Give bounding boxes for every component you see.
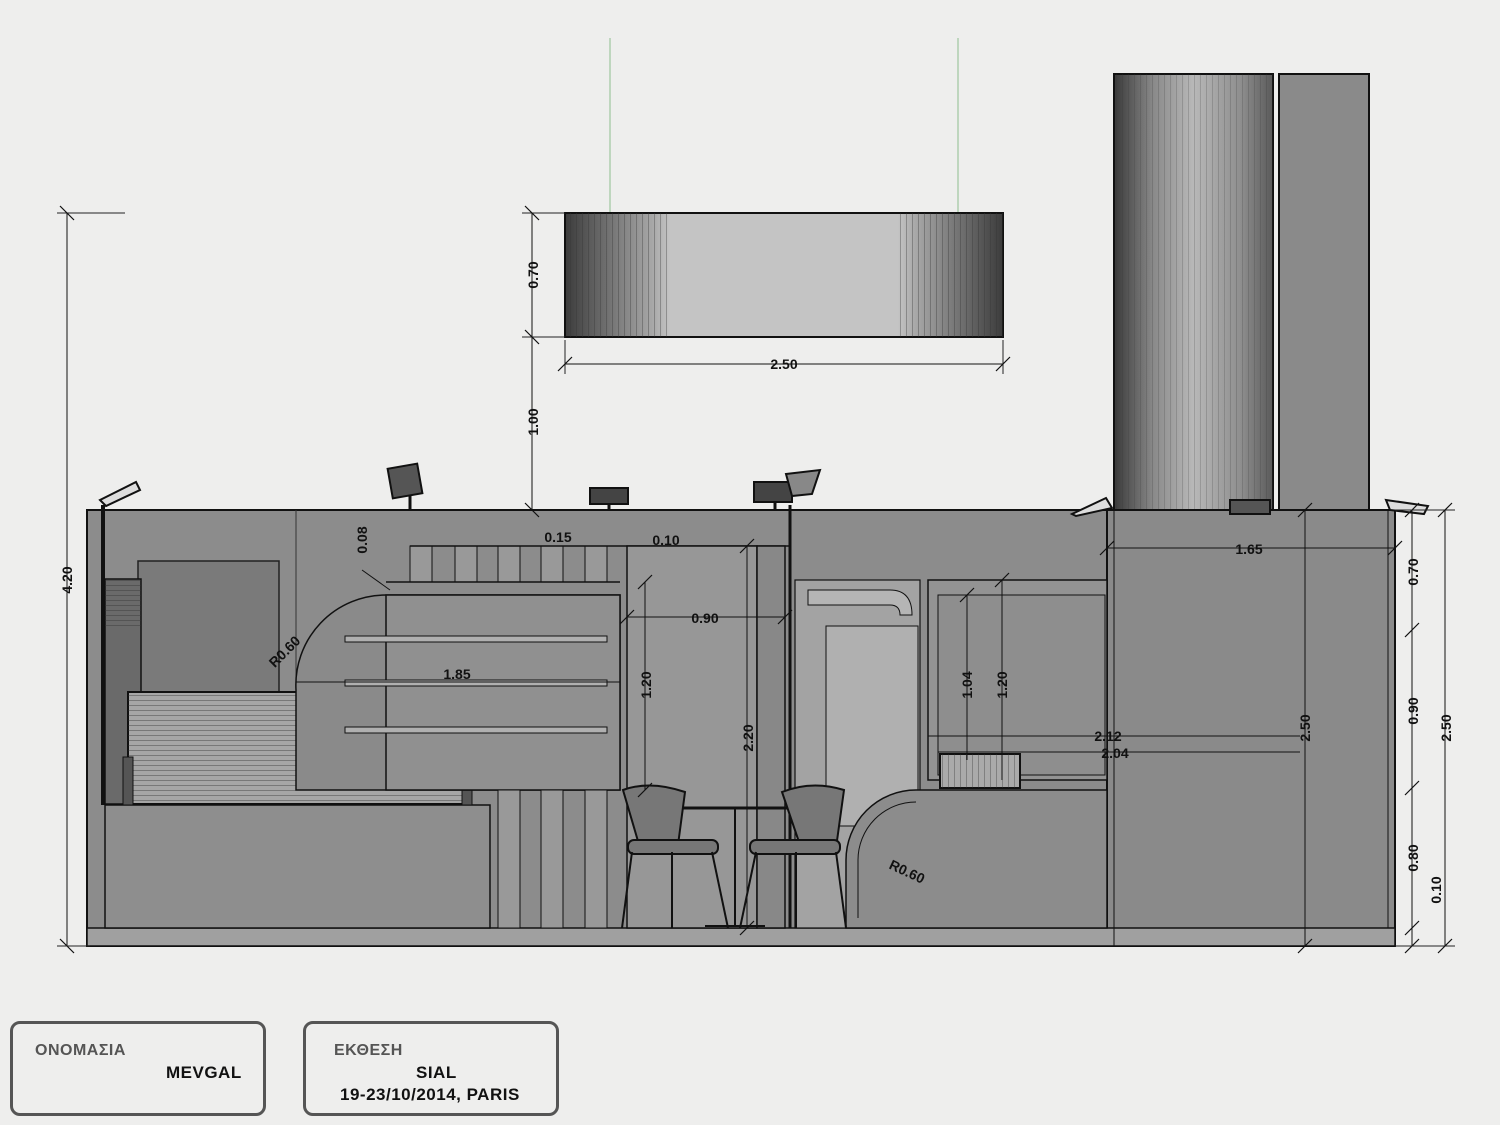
dim-banner-height: 0.70 bbox=[525, 261, 541, 288]
dim-total-height: 4.20 bbox=[59, 566, 75, 593]
name-info-box: ΟΝΟΜΑΣΙΑ MEVGAL bbox=[10, 1021, 266, 1116]
dim-090-right: 0.90 bbox=[1405, 697, 1421, 724]
expo-label: ΕΚΘΕΣΗ bbox=[334, 1042, 403, 1059]
expo-info-box: ΕΚΘΕΣΗ SIAL 19-23/10/2014, PARIS bbox=[303, 1021, 559, 1116]
dim-010-right: 0.10 bbox=[1428, 876, 1444, 903]
dim-banner-clearance: 1.00 bbox=[525, 408, 541, 435]
dim-104: 1.04 bbox=[959, 671, 975, 698]
spotlight-icon bbox=[1229, 499, 1271, 515]
dim-008: 0.08 bbox=[354, 526, 370, 553]
spotlight-icon bbox=[589, 487, 629, 510]
booth-elevation-drawing: 0.70 2.50 1.00 4.20 0.15 0.10 0.08 R0.60… bbox=[57, 38, 1455, 954]
dim-090: 0.90 bbox=[691, 610, 718, 626]
post-right bbox=[756, 545, 786, 929]
dim-015: 0.15 bbox=[544, 529, 571, 545]
spotlight-icon bbox=[386, 462, 424, 510]
hanging-banner bbox=[564, 212, 1004, 338]
left-panel bbox=[137, 560, 280, 693]
dim-120-left: 1.20 bbox=[638, 671, 654, 698]
dim-185: 1.85 bbox=[443, 666, 470, 682]
dim-250-right: 2.50 bbox=[1438, 714, 1454, 741]
spotlight-icon bbox=[753, 468, 822, 510]
tower-panel bbox=[1278, 73, 1370, 512]
dim-212: 2.12 bbox=[1094, 728, 1121, 744]
dim-250-inner: 2.50 bbox=[1297, 714, 1313, 741]
expo-value: SIAL bbox=[416, 1063, 457, 1082]
dim-banner-width: 2.50 bbox=[770, 356, 797, 372]
dim-080-right: 0.80 bbox=[1405, 844, 1421, 871]
name-value: MEVGAL bbox=[166, 1063, 242, 1082]
name-label: ΟΝΟΜΑΣΙΑ bbox=[35, 1042, 126, 1059]
spotlight-icon bbox=[98, 480, 142, 508]
dim-010: 0.10 bbox=[652, 532, 679, 548]
dim-204: 2.04 bbox=[1101, 745, 1128, 761]
dim-220: 2.20 bbox=[740, 724, 756, 751]
cylinder-tower bbox=[1113, 73, 1274, 512]
expo-dates: 19-23/10/2014, PARIS bbox=[340, 1085, 520, 1104]
dim-070-right: 0.70 bbox=[1405, 558, 1421, 585]
door-opening bbox=[626, 545, 758, 929]
dim-120-right: 1.20 bbox=[994, 671, 1010, 698]
dim-165: 1.65 bbox=[1235, 541, 1262, 557]
